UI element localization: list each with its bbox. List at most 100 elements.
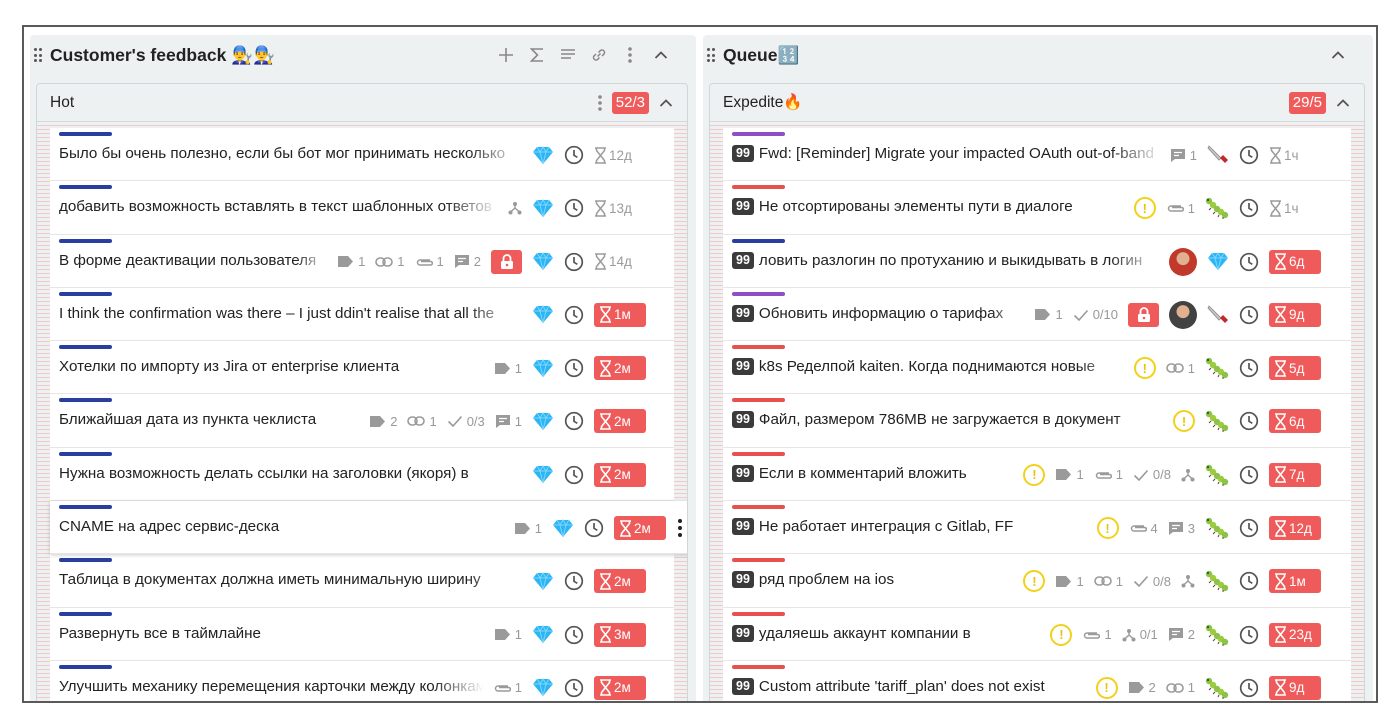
link-icon bbox=[1165, 362, 1184, 374]
card[interactable]: 99 Не работает интеграция с Gitlab, FF! 4 3… bbox=[723, 501, 1351, 555]
card-title[interactable]: добавить возможность вставлять в текст ш… bbox=[59, 198, 499, 215]
card-title[interactable]: 99 Файл, размером 786MB не загружается в … bbox=[732, 411, 1166, 429]
clock-icon[interactable] bbox=[1239, 198, 1259, 218]
card[interactable]: Было бы очень полезно, если бы бот мог п… bbox=[50, 128, 674, 182]
card-meta: 2 1 0/3 1 2м bbox=[369, 406, 646, 436]
card-meta: ! 1 1 0/8 1м bbox=[1023, 566, 1321, 596]
avatar[interactable] bbox=[1169, 247, 1197, 276]
clock-icon[interactable] bbox=[564, 358, 584, 378]
card-title[interactable]: В форме деактивации пользователя bbox=[59, 252, 328, 269]
clock-icon[interactable] bbox=[1239, 678, 1259, 698]
card[interactable]: 99 Fwd: [Reminder] Migrate your impacted … bbox=[723, 128, 1351, 182]
clock-icon[interactable] bbox=[1239, 145, 1259, 165]
card-title[interactable]: 99 Обновить информацию о тарифах bbox=[732, 304, 1027, 322]
card-title[interactable]: CNAME на адрес сервис-деска bbox=[59, 518, 505, 535]
clock-icon[interactable] bbox=[564, 252, 584, 272]
clock-icon[interactable] bbox=[1239, 305, 1259, 325]
card[interactable]: CNAME на адрес сервис-деска 1 2м bbox=[50, 501, 687, 555]
collapse-column-icon[interactable] bbox=[645, 40, 676, 70]
sum-icon[interactable] bbox=[521, 40, 552, 70]
lane-expedite: Expedite🔥 29/5 99 Fwd: [Reminder] Migrate… bbox=[709, 83, 1365, 701]
card[interactable]: Нужна возможность делать ссылки на загол… bbox=[50, 447, 674, 502]
card-title[interactable]: 99 ловить разлогин по протуханию и выкиды… bbox=[732, 251, 1162, 269]
collapse-column-icon[interactable] bbox=[1322, 40, 1353, 70]
card[interactable]: 99 Custom attribute 'tariff_plan' does no… bbox=[723, 660, 1351, 701]
card[interactable]: 99 k8s Ределпой kaiten. Когда поднимаются… bbox=[723, 341, 1351, 395]
card-menu-icon[interactable] bbox=[670, 515, 687, 541]
card-title[interactable]: 99 Если в комментарий вложить bbox=[732, 464, 1016, 482]
card-meta: ! 1 1ч bbox=[1133, 193, 1321, 223]
card-title[interactable]: 99 Fwd: [Reminder] Migrate your impacted … bbox=[732, 145, 1163, 162]
description-icon[interactable] bbox=[552, 40, 583, 70]
card-title[interactable]: 99 k8s Ределпой kaiten. Когда поднимаются… bbox=[732, 358, 1127, 376]
due-text: 14д bbox=[609, 254, 632, 270]
clock-icon[interactable] bbox=[564, 465, 584, 485]
card-title[interactable]: 99 Не отсортированы элементы пути в диало… bbox=[732, 198, 1127, 216]
clock-icon[interactable] bbox=[1239, 571, 1259, 591]
clock-icon[interactable] bbox=[564, 305, 584, 325]
card[interactable]: 99 Если в комментарий вложить! 1 1 0/8 7д bbox=[723, 447, 1351, 502]
card[interactable]: 99 ловить разлогин по протуханию и выкиды… bbox=[723, 234, 1351, 288]
collapse-lane-icon[interactable] bbox=[659, 98, 673, 108]
more-vertical-icon[interactable] bbox=[614, 40, 645, 70]
card-title[interactable]: Нужна возможность делать ссылки на загол… bbox=[59, 465, 523, 482]
hourglass-icon bbox=[1274, 573, 1287, 590]
card[interactable]: I think the confirmation was there – I j… bbox=[50, 287, 674, 342]
card[interactable]: Ближайшая дата из пункта чеклиста 2 1 0/3 1 2… bbox=[50, 394, 674, 448]
card[interactable]: 99 Обновить информацию о тарифах 1 0/10 9д bbox=[723, 287, 1351, 342]
comment-count: 3 bbox=[1187, 520, 1195, 536]
card[interactable]: В форме деактивации пользователя 1 1 1 2 14д bbox=[50, 234, 674, 288]
drag-handle-icon[interactable] bbox=[34, 48, 42, 62]
card-meta: 1м bbox=[532, 300, 646, 330]
card[interactable]: Улучшить механику перемещения карточки м… bbox=[50, 660, 674, 701]
card-title[interactable]: 99 Не работает интеграция с Gitlab, FF bbox=[732, 518, 1090, 536]
card[interactable]: 99 удаляешь аккаунт компании в! 1 0/1 2 23д bbox=[723, 607, 1351, 661]
tag-count-wrap: 1 bbox=[494, 627, 522, 642]
clock-icon[interactable] bbox=[1239, 252, 1259, 272]
collapse-lane-icon[interactable] bbox=[1336, 98, 1350, 108]
card-title[interactable]: Улучшить механику перемещения карточки м… bbox=[59, 678, 484, 695]
clock-icon[interactable] bbox=[1239, 518, 1259, 538]
add-card-icon[interactable] bbox=[490, 40, 521, 70]
clock-icon[interactable] bbox=[1239, 358, 1259, 378]
card-title[interactable]: I think the confirmation was there – I j… bbox=[59, 305, 523, 322]
card[interactable]: Развернуть все в таймлайне 1 3м bbox=[50, 607, 674, 661]
card-title[interactable]: 99 удаляешь аккаунт компании в bbox=[732, 624, 1043, 642]
clock-icon[interactable] bbox=[1239, 465, 1259, 485]
card[interactable]: Хотелки по импорту из Jira от enterprise… bbox=[50, 341, 674, 395]
clock-icon[interactable] bbox=[564, 571, 584, 591]
clock-icon[interactable] bbox=[1239, 411, 1259, 431]
link-icon[interactable] bbox=[583, 40, 614, 70]
card[interactable]: 99 Не отсортированы элементы пути в диало… bbox=[723, 181, 1351, 235]
card[interactable]: 99 Файл, размером 786MB не загружается в … bbox=[723, 394, 1351, 448]
card-title[interactable]: Было бы очень полезно, если бы бот мог п… bbox=[59, 145, 523, 162]
clock-icon[interactable] bbox=[564, 145, 584, 165]
column-queue: Queue🔢 Expedite🔥 29/5 99 Fwd: [Reminder] … bbox=[703, 35, 1373, 701]
hourglass-icon bbox=[619, 519, 632, 537]
drag-handle-icon[interactable] bbox=[707, 48, 715, 62]
comment-icon bbox=[1168, 521, 1184, 536]
card[interactable]: Таблица в документах должна иметь минима… bbox=[50, 554, 674, 608]
card-title[interactable]: Ближайшая дата из пункта чеклиста bbox=[59, 411, 360, 428]
attachment-count-wrap: 1 bbox=[1166, 201, 1195, 216]
card-title[interactable]: 99 Custom attribute 'tariff_plan' does no… bbox=[732, 677, 1089, 695]
clock-icon[interactable] bbox=[564, 625, 584, 645]
card-title[interactable]: Хотелки по импорту из Jira от enterprise… bbox=[59, 358, 485, 375]
clock-icon[interactable] bbox=[564, 411, 584, 431]
clock-icon[interactable] bbox=[1239, 625, 1259, 645]
card-title-text: Не работает интеграция с Gitlab, FF bbox=[758, 518, 1014, 536]
clock-icon[interactable] bbox=[564, 678, 584, 698]
more-vertical-icon[interactable] bbox=[597, 95, 602, 111]
clock-icon[interactable] bbox=[584, 518, 604, 538]
card-title[interactable]: Развернуть все в таймлайне bbox=[59, 625, 485, 642]
card-title[interactable]: 99 ряд проблем на ios bbox=[732, 571, 1016, 589]
diamond-icon bbox=[532, 198, 554, 218]
checklist-count-wrap: 0/8 bbox=[1133, 467, 1171, 482]
card-title[interactable]: Таблица в документах должна иметь минима… bbox=[59, 571, 523, 588]
card[interactable]: добавить возможность вставлять в текст ш… bbox=[50, 181, 674, 235]
card[interactable]: 99 ряд проблем на ios ! 1 1 0/8 1м bbox=[723, 554, 1351, 608]
attachment-count: 1 bbox=[1104, 627, 1112, 643]
avatar[interactable] bbox=[1169, 300, 1197, 329]
card-title-text: Файл, размером 786MB не загружается в до… bbox=[758, 411, 1121, 429]
clock-icon[interactable] bbox=[564, 198, 584, 218]
